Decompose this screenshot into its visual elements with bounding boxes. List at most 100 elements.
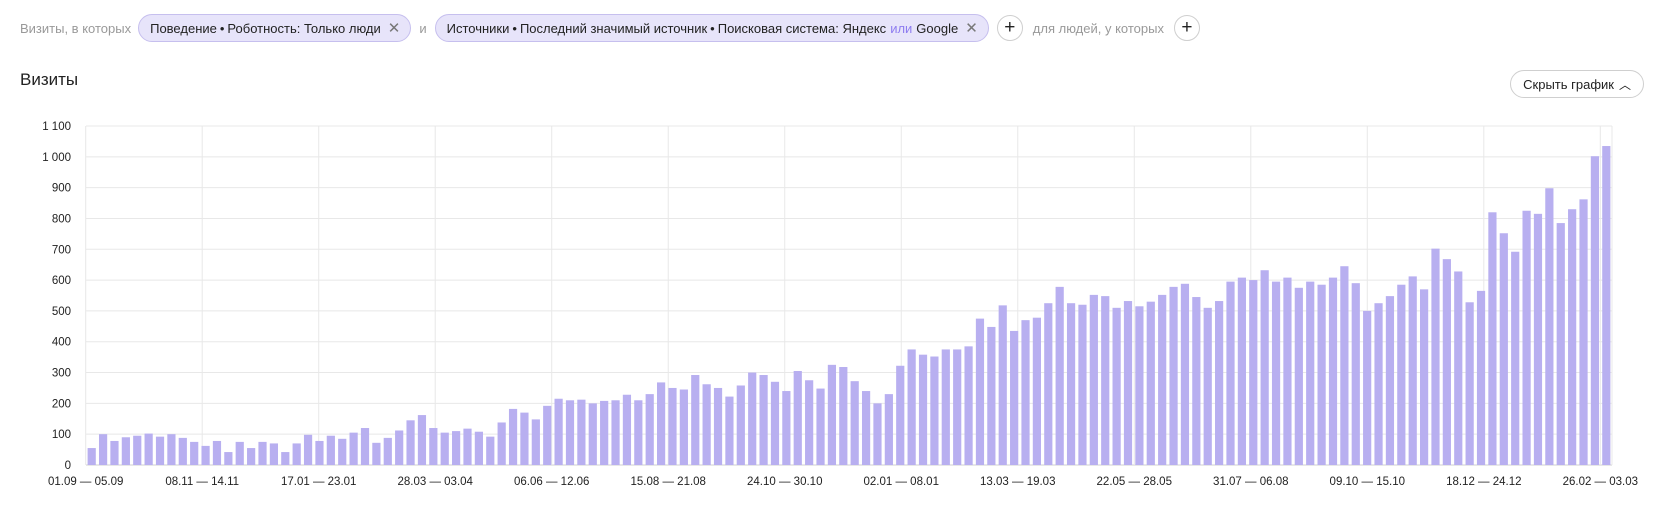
bar[interactable] <box>907 349 916 465</box>
bar[interactable] <box>338 438 347 465</box>
bar[interactable] <box>1055 286 1064 465</box>
bar[interactable] <box>600 400 609 465</box>
bar[interactable] <box>1169 286 1178 465</box>
bar[interactable] <box>497 422 506 465</box>
bar[interactable] <box>1351 283 1360 465</box>
bar[interactable] <box>1021 320 1030 465</box>
bar[interactable] <box>679 389 688 465</box>
bar[interactable] <box>463 428 472 465</box>
bar[interactable] <box>782 391 791 465</box>
bar[interactable] <box>918 354 928 465</box>
bar[interactable] <box>1568 209 1577 465</box>
bar[interactable] <box>975 318 985 465</box>
bar[interactable] <box>1363 310 1372 465</box>
bar[interactable] <box>1579 199 1588 465</box>
bar[interactable] <box>1602 146 1611 466</box>
bar[interactable] <box>224 452 233 465</box>
bar[interactable] <box>395 430 404 465</box>
bar[interactable] <box>406 420 415 465</box>
bar[interactable] <box>1374 303 1383 465</box>
bar[interactable] <box>1203 307 1212 465</box>
bar[interactable] <box>383 437 392 465</box>
bar[interactable] <box>759 375 768 465</box>
bar[interactable] <box>1135 306 1144 465</box>
bar[interactable] <box>691 375 700 465</box>
bar[interactable] <box>565 400 575 465</box>
bar[interactable] <box>713 387 723 465</box>
bar[interactable] <box>1112 307 1121 465</box>
bar[interactable] <box>964 346 973 465</box>
bar[interactable] <box>1590 156 1600 465</box>
bar[interactable] <box>349 432 358 465</box>
bar[interactable] <box>1556 223 1565 465</box>
bar[interactable] <box>622 394 632 465</box>
bar[interactable] <box>474 431 483 465</box>
bar[interactable] <box>634 400 643 465</box>
bar[interactable] <box>531 419 540 465</box>
bar[interactable] <box>1010 330 1019 465</box>
bar[interactable] <box>292 443 301 465</box>
bar[interactable] <box>668 387 677 465</box>
bar[interactable] <box>190 441 199 465</box>
bar[interactable] <box>1044 303 1053 465</box>
bar[interactable] <box>1078 304 1087 465</box>
bar[interactable] <box>805 380 814 465</box>
bar[interactable] <box>611 400 620 465</box>
bar[interactable] <box>281 452 290 465</box>
bar[interactable] <box>212 440 222 465</box>
bar[interactable] <box>554 398 563 465</box>
bar[interactable] <box>1522 210 1531 465</box>
bar[interactable] <box>417 415 427 465</box>
bar[interactable] <box>372 442 381 465</box>
bar[interactable] <box>508 408 518 465</box>
bar[interactable] <box>360 428 370 465</box>
bar[interactable] <box>133 435 142 465</box>
bar[interactable] <box>850 381 859 465</box>
bar[interactable] <box>645 394 654 465</box>
bar[interactable] <box>1317 284 1326 465</box>
bar[interactable] <box>121 437 130 465</box>
bar[interactable] <box>155 436 165 465</box>
bar[interactable] <box>235 441 244 465</box>
bar[interactable] <box>998 305 1007 465</box>
bar[interactable] <box>987 326 996 465</box>
bar[interactable] <box>1123 301 1133 465</box>
bar[interactable] <box>1328 277 1338 465</box>
bar[interactable] <box>1158 294 1167 465</box>
bar[interactable] <box>1089 294 1098 465</box>
bar[interactable] <box>1533 213 1543 465</box>
bar[interactable] <box>486 436 495 465</box>
bar[interactable] <box>326 435 335 465</box>
bar[interactable] <box>1476 290 1486 465</box>
bar[interactable] <box>1306 281 1315 465</box>
bar[interactable] <box>884 394 893 465</box>
bar[interactable] <box>1385 296 1395 465</box>
bar[interactable] <box>1454 271 1463 465</box>
bar[interactable] <box>770 381 780 465</box>
bar[interactable] <box>543 405 552 465</box>
bar[interactable] <box>1499 233 1508 465</box>
bar[interactable] <box>1488 212 1497 465</box>
bar[interactable] <box>303 434 313 465</box>
bar[interactable] <box>258 441 267 465</box>
bar[interactable] <box>839 366 848 465</box>
bar[interactable] <box>1101 296 1110 465</box>
bar[interactable] <box>1408 276 1417 465</box>
bar[interactable] <box>1419 289 1429 465</box>
bar[interactable] <box>1237 277 1246 465</box>
bar[interactable] <box>793 371 802 465</box>
bar[interactable] <box>98 434 108 465</box>
bar[interactable] <box>1260 270 1269 465</box>
bar[interactable] <box>110 440 119 465</box>
bar[interactable] <box>1146 301 1155 465</box>
bar[interactable] <box>896 365 905 465</box>
bar[interactable] <box>1271 281 1281 465</box>
bar[interactable] <box>178 437 187 465</box>
bar[interactable] <box>452 431 461 465</box>
bar[interactable] <box>1215 301 1224 465</box>
bar[interactable] <box>702 384 711 465</box>
bar[interactable] <box>1226 281 1235 465</box>
bar[interactable] <box>827 364 837 465</box>
bar[interactable] <box>725 396 734 465</box>
bar[interactable] <box>87 448 96 465</box>
